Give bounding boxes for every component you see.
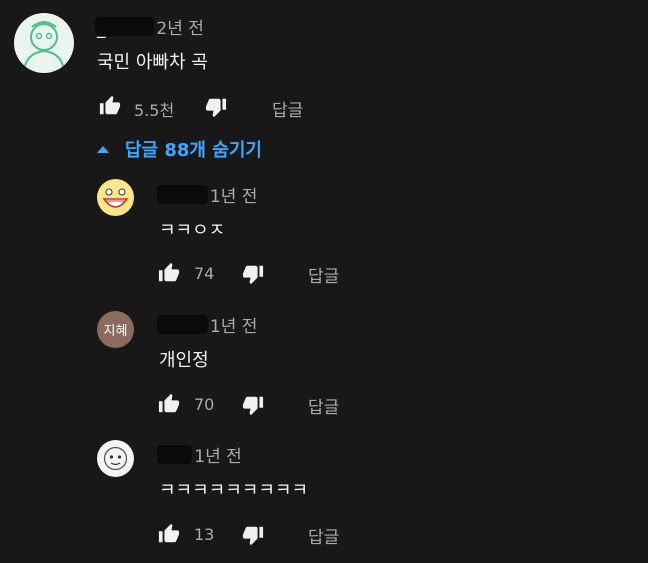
- reply-button[interactable]: 답글: [308, 393, 339, 418]
- redaction-mark: [157, 445, 193, 464]
- like-count: 5.5천: [134, 101, 175, 120]
- comment-header: _아야자2년 전: [95, 14, 204, 39]
- comment-text: ㅋㅋㅋㅋㅋㅋㅋㅋㅋ: [159, 480, 309, 501]
- comment-text: 국민 아빠차 곡: [97, 52, 208, 73]
- author-name[interactable]: 이지혜: [157, 312, 208, 337]
- caret-up-icon: [97, 145, 109, 153]
- timestamp[interactable]: 1년 전: [210, 317, 258, 337]
- smiley-face-icon: [97, 179, 134, 216]
- comment-text: ㅋㅋㅇㅈ: [159, 220, 226, 241]
- hide-replies-button[interactable]: 답글 88개 숨기기: [97, 136, 262, 162]
- comment-header: 이지혜1년 전: [157, 312, 258, 337]
- hide-replies-label: 답글 88개 숨기기: [125, 140, 262, 161]
- like-icon[interactable]: [158, 262, 180, 284]
- like-icon[interactable]: [158, 523, 180, 545]
- comment-header: 실사1년 전: [157, 442, 242, 467]
- redaction-mark: [157, 315, 208, 334]
- avatar-initials: 지혜: [103, 324, 128, 339]
- timestamp[interactable]: 1년 전: [210, 187, 258, 207]
- dislike-icon[interactable]: [242, 263, 264, 285]
- like-icon[interactable]: [158, 393, 180, 415]
- avatar[interactable]: [97, 440, 134, 477]
- comment-header: 이하빈1년 전: [157, 182, 258, 207]
- reply-button[interactable]: 답글: [308, 523, 339, 548]
- comment-text: 개인정: [159, 350, 209, 371]
- like-count: 13: [194, 525, 215, 544]
- avatar[interactable]: [97, 179, 134, 216]
- redaction-mark: [95, 17, 155, 36]
- author-name[interactable]: 이하빈: [157, 182, 208, 207]
- timestamp[interactable]: 1년 전: [194, 447, 242, 467]
- sketch-face-icon: [97, 440, 134, 477]
- like-count: 74: [194, 264, 215, 283]
- dislike-icon[interactable]: [242, 524, 264, 546]
- like-icon[interactable]: [99, 95, 121, 117]
- author-name[interactable]: 실사: [157, 442, 193, 467]
- timestamp[interactable]: 2년 전: [156, 19, 204, 39]
- dislike-icon[interactable]: [242, 394, 264, 416]
- reply-button[interactable]: 답글: [272, 96, 303, 121]
- author-name[interactable]: _아야자: [95, 14, 155, 39]
- reply-button[interactable]: 답글: [308, 262, 339, 287]
- redaction-mark: [157, 185, 208, 204]
- avatar-drawing-icon: [23, 21, 65, 72]
- avatar[interactable]: 지혜: [97, 311, 134, 348]
- dislike-icon[interactable]: [205, 96, 227, 118]
- avatar[interactable]: [14, 13, 74, 73]
- like-count: 70: [194, 395, 215, 414]
